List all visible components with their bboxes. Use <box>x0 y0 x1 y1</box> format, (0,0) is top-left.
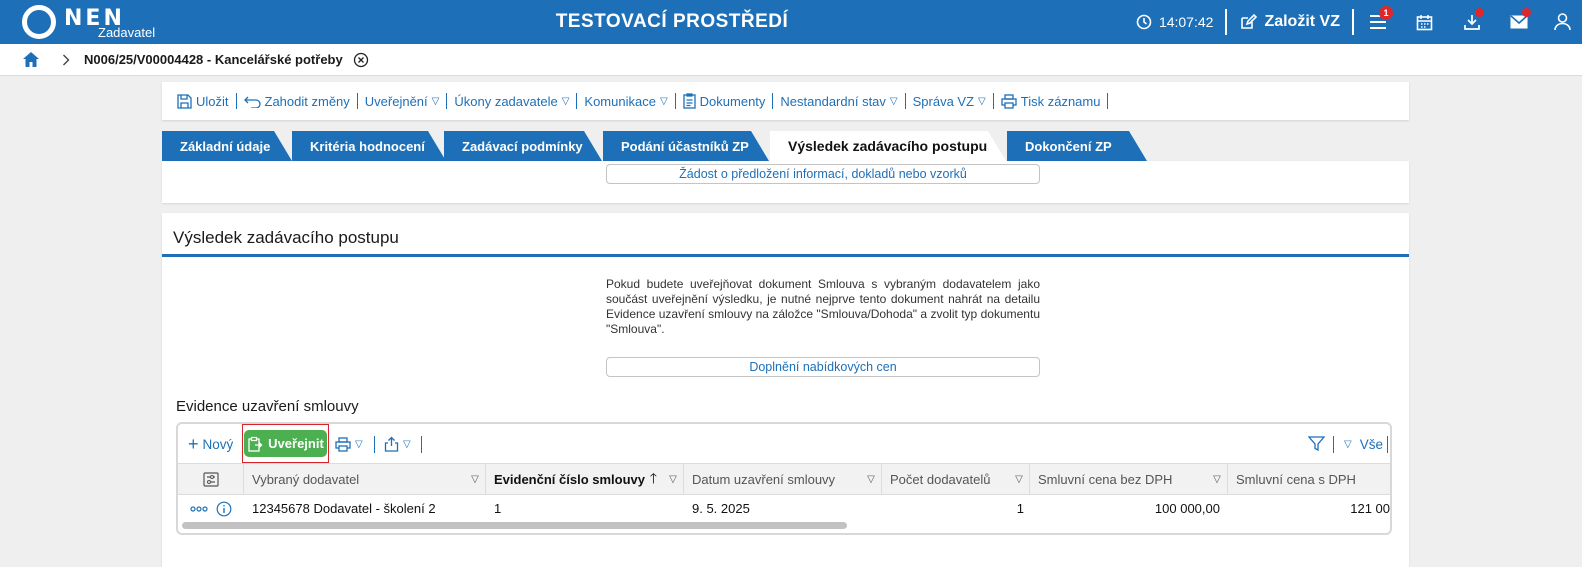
tab-content-top: Žádost o předložení informací, dokladů n… <box>162 161 1409 203</box>
sort-ascending-icon: 🡑 <box>649 469 657 486</box>
table-row[interactable]: 12345678 Dodavatel - školení 2 1 9. 5. 2… <box>178 496 1390 521</box>
dropdown-triangle-icon: ▽ <box>1344 438 1352 450</box>
clock-time: 14:07:42 <box>1158 14 1214 30</box>
request-documents-button[interactable]: Žádost o předložení informací, dokladů n… <box>606 164 1040 184</box>
filter-icon <box>1308 436 1325 452</box>
chevron-right-icon <box>62 54 70 66</box>
dropdown-triangle-icon: ▽ <box>978 95 986 107</box>
mail-notification-dot <box>1522 8 1531 17</box>
edit-icon <box>1241 13 1258 29</box>
breadcrumb: N006/25/V00004428 - Kancelářské potřeby <box>0 44 1582 76</box>
save-icon <box>177 93 192 109</box>
export-menu[interactable]: ▽ <box>384 424 411 464</box>
tab-participant-submissions[interactable]: Podání účastníků ZP <box>603 131 769 161</box>
cell-price-without-vat: 100 000,00 <box>1154 501 1220 516</box>
management-menu[interactable]: Správa VZ ▽ <box>906 94 993 109</box>
document-icon <box>683 93 696 109</box>
session-clock: 14:07:42 <box>1136 14 1226 30</box>
dropdown-triangle-icon: ▽ <box>431 95 440 107</box>
column-filter-icon[interactable]: ▽ <box>465 474 485 485</box>
publish-menu[interactable]: Uveřejnění ▽ <box>358 94 447 109</box>
main-toolbar: Uložit Zahodit změny Uveřejnění ▽ Úkony … <box>162 82 1409 120</box>
contract-grid: + Nový Uveřejnit ▽ ▽ ▽ Vše Vybraný dodav… <box>176 422 1392 535</box>
column-header-supplier-count[interactable]: Počet dodavatelů ▽ <box>882 464 1030 495</box>
result-panel: Výsledek zadávacího postupu Pokud budete… <box>162 213 1409 567</box>
breadcrumb-current[interactable]: N006/25/V00004428 - Kancelářské potřeby <box>84 52 343 67</box>
actions-menu[interactable]: Úkony zadavatele ▽ <box>447 94 576 109</box>
contract-evidence-title: Evidence uzavření smlouvy <box>176 398 359 415</box>
dropdown-triangle-icon: ▽ <box>355 438 363 450</box>
print-menu[interactable]: ▽ <box>335 424 363 464</box>
column-header-contract-date[interactable]: Datum uzavření smlouvy ▽ <box>684 464 882 495</box>
calendar-button[interactable] <box>1401 0 1448 44</box>
new-record-button[interactable]: + Nový <box>188 424 233 464</box>
documents-button[interactable]: Dokumenty <box>676 93 773 109</box>
top-bar: NEN Zadavatel TESTOVACÍ PROSTŘEDÍ 14:07:… <box>0 0 1582 44</box>
user-icon <box>1553 13 1571 31</box>
home-icon[interactable] <box>22 51 40 68</box>
tab-completion[interactable]: Dokončení ZP <box>1007 131 1147 161</box>
column-filter-icon[interactable]: ▽ <box>861 474 881 485</box>
calendar-icon <box>1416 14 1433 30</box>
dropdown-triangle-icon: ▽ <box>561 95 570 107</box>
cell-price-with-vat: 121 00 <box>1350 501 1390 516</box>
create-vz-button[interactable]: Založit VZ <box>1227 13 1352 31</box>
horizontal-scrollbar[interactable] <box>182 522 847 529</box>
clipboard-publish-icon <box>248 436 263 452</box>
column-settings-icon <box>202 472 219 487</box>
mail-icon <box>1509 15 1528 29</box>
filter-button[interactable] <box>1308 424 1325 464</box>
info-text: Pokud budete uveřejňovat dokument Smlouv… <box>606 277 1040 336</box>
dropdown-triangle-icon: ▽ <box>403 438 411 450</box>
download-notification-dot <box>1475 8 1484 17</box>
messages-button[interactable] <box>1495 0 1542 44</box>
communication-menu[interactable]: Komunikace ▽ <box>577 94 674 109</box>
tab-basic-info[interactable]: Základní údaje <box>162 131 292 161</box>
cell-contract-number: 1 <box>494 501 502 516</box>
export-icon <box>384 436 399 452</box>
column-header-price-with-vat[interactable]: Smluvní cena s DPH <box>1228 464 1390 495</box>
tab-evaluation-criteria[interactable]: Kritéria hodnocení <box>292 131 446 161</box>
cell-supplier: 12345678 Dodavatel - školení 2 <box>252 501 436 516</box>
undo-icon <box>243 96 261 108</box>
cell-contract-date: 9. 5. 2025 <box>692 501 750 516</box>
close-icon[interactable] <box>353 52 369 68</box>
menu-button[interactable]: 1 <box>1354 0 1401 44</box>
nonstandard-state-menu[interactable]: Nestandardní stav ▽ <box>773 94 904 109</box>
print-record-button[interactable]: Tisk záznamu <box>994 94 1108 109</box>
save-button[interactable]: Uložit <box>170 94 236 109</box>
grid-toolbar: + Nový Uveřejnit ▽ ▽ ▽ Vše <box>178 424 1390 464</box>
row-info-icon[interactable] <box>216 496 236 521</box>
dropdown-triangle-icon: ▽ <box>889 95 898 107</box>
tab-procedure-result[interactable]: Výsledek zadávacího postupu <box>770 131 1006 161</box>
tab-tender-conditions[interactable]: Zadávací podmínky <box>444 131 602 161</box>
user-button[interactable] <box>1542 0 1582 44</box>
publish-button[interactable]: Uveřejnit <box>244 430 327 457</box>
column-header-price-without-vat[interactable]: Smluvní cena bez DPH ▽ <box>1030 464 1228 495</box>
row-actions-icon[interactable] <box>190 496 210 521</box>
clock-icon <box>1136 14 1152 30</box>
discard-changes-button[interactable]: Zahodit změny <box>237 94 357 109</box>
view-all-menu[interactable]: ▽ Vše <box>1344 424 1383 464</box>
printer-icon <box>335 436 351 452</box>
printer-icon <box>1001 93 1017 109</box>
download-button[interactable] <box>1448 0 1495 44</box>
result-title: Výsledek zadávacího postupu <box>173 228 399 247</box>
add-bid-prices-button[interactable]: Doplnění nabídkových cen <box>606 357 1040 377</box>
plus-icon: + <box>188 434 199 454</box>
column-filter-icon[interactable]: ▽ <box>1207 474 1227 485</box>
cell-supplier-count: 1 <box>1016 501 1024 516</box>
column-header-supplier[interactable]: Vybraný dodavatel ▽ <box>244 464 486 495</box>
menu-badge: 1 <box>1379 6 1393 20</box>
column-filter-icon[interactable]: ▽ <box>663 474 683 485</box>
grid-header: Vybraný dodavatel ▽ Evidenční číslo smlo… <box>178 463 1390 495</box>
dropdown-triangle-icon: ▽ <box>659 95 668 107</box>
column-filter-icon[interactable]: ▽ <box>1009 474 1029 485</box>
column-header-contract-number[interactable]: Evidenční číslo smlouvy 🡑 ▽ <box>486 464 684 495</box>
column-settings-button[interactable] <box>178 464 244 495</box>
create-vz-label: Založit VZ <box>1264 13 1340 30</box>
tab-bar: Základní údaje Kritéria hodnocení Zadáva… <box>162 131 1162 161</box>
